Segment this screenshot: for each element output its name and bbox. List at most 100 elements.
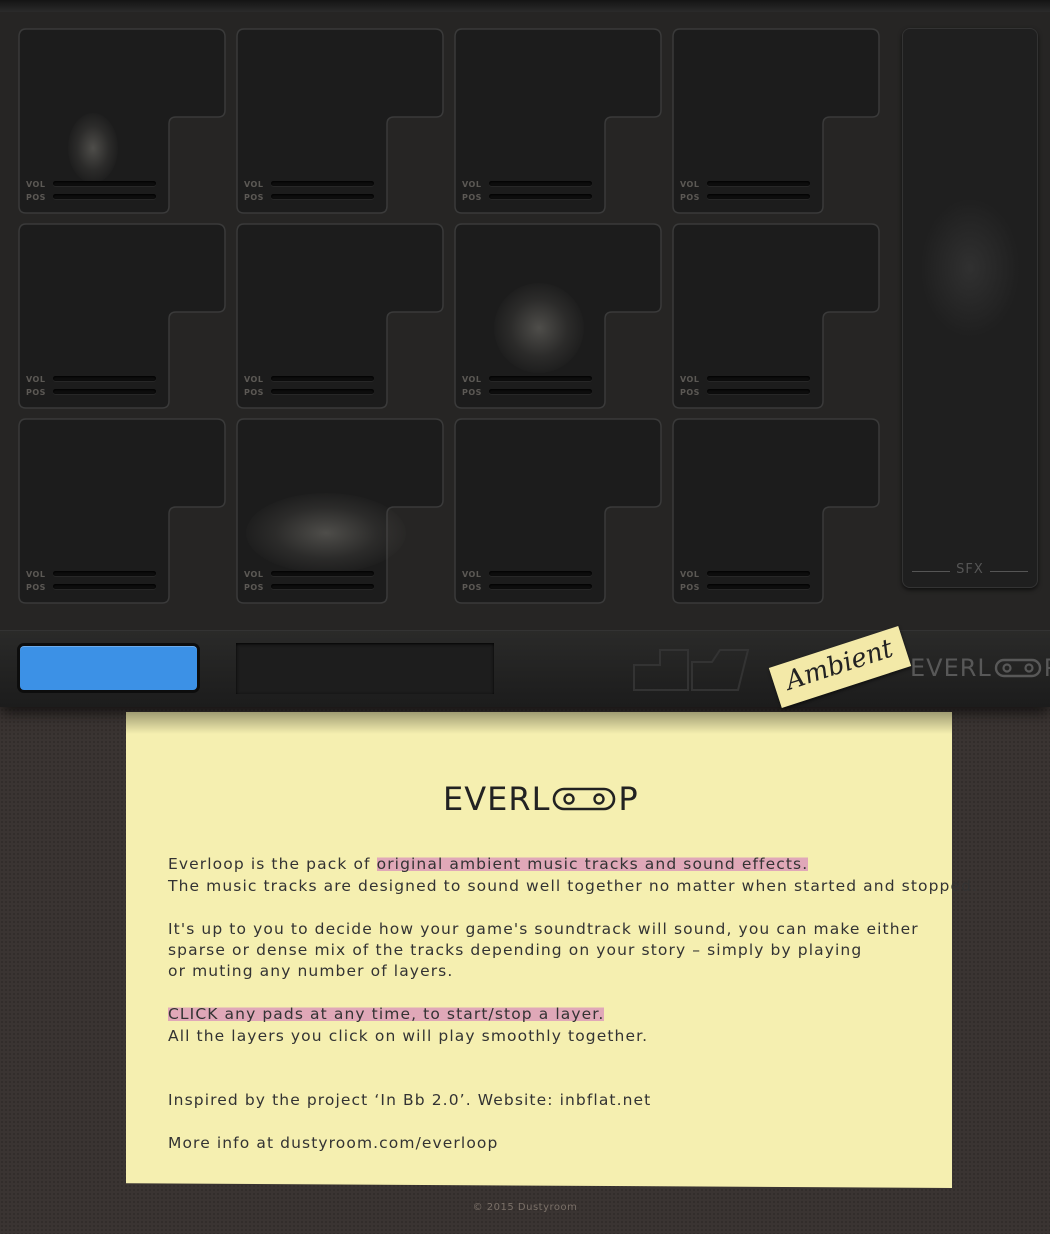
pad-shape bbox=[672, 418, 880, 604]
pad-active-glow bbox=[494, 283, 584, 373]
loop-pad[interactable]: VOL POS bbox=[672, 418, 882, 605]
mix-line-2: sparse or dense mix of the tracks depend… bbox=[168, 941, 863, 959]
pos-label: POS bbox=[26, 193, 46, 202]
position-bar bbox=[707, 389, 810, 394]
device-logo-suffix: P bbox=[1044, 654, 1050, 682]
pad-shape bbox=[454, 418, 662, 604]
position-bar bbox=[53, 584, 156, 589]
pos-label: POS bbox=[244, 193, 264, 202]
pos-label: POS bbox=[26, 583, 46, 592]
vol-label: VOL bbox=[462, 375, 482, 384]
pad-shape bbox=[18, 223, 226, 409]
volume-bar[interactable] bbox=[271, 376, 374, 381]
intro-highlight: original ambient music tracks and sound … bbox=[376, 855, 809, 873]
vol-label: VOL bbox=[244, 570, 264, 579]
vol-label: VOL bbox=[26, 180, 46, 189]
vol-label: VOL bbox=[680, 180, 700, 189]
loop-pad[interactable]: VOL POS bbox=[18, 418, 228, 605]
pos-label: POS bbox=[462, 583, 482, 592]
sfx-label: SFX bbox=[956, 562, 984, 577]
loop-icon bbox=[994, 658, 1041, 678]
pad-shape bbox=[18, 418, 226, 604]
pad-active-glow bbox=[68, 113, 118, 183]
volume-bar[interactable] bbox=[271, 181, 374, 186]
intro-line-1: Everloop is the pack of original ambient… bbox=[168, 854, 809, 875]
loop-icon bbox=[553, 787, 616, 811]
position-bar bbox=[271, 194, 374, 199]
vol-label: VOL bbox=[244, 375, 264, 384]
volume-bar[interactable] bbox=[53, 571, 156, 576]
note-shadow bbox=[126, 712, 952, 734]
position-bar bbox=[489, 584, 592, 589]
pos-label: POS bbox=[462, 388, 482, 397]
pos-label: POS bbox=[26, 388, 46, 397]
click-highlight: CLICK any pads at any time, to start/sto… bbox=[168, 1005, 605, 1023]
pos-label: POS bbox=[680, 193, 700, 202]
faint-pad-icons bbox=[633, 649, 750, 691]
vol-label: VOL bbox=[462, 570, 482, 579]
volume-bar[interactable] bbox=[53, 376, 156, 381]
pad-shape bbox=[236, 28, 444, 214]
position-bar bbox=[271, 584, 374, 589]
pos-label: POS bbox=[244, 388, 264, 397]
loop-pad[interactable]: VOL POS bbox=[18, 223, 228, 410]
volume-bar[interactable] bbox=[489, 376, 592, 381]
position-bar bbox=[489, 194, 592, 199]
sfx-line-right bbox=[990, 571, 1028, 572]
volume-bar[interactable] bbox=[489, 181, 592, 186]
position-bar bbox=[707, 584, 810, 589]
pad-shape bbox=[672, 223, 880, 409]
click-instruction: CLICK any pads at any time, to start/sto… bbox=[168, 1004, 605, 1025]
intro-text: Everloop is the pack of bbox=[168, 855, 377, 873]
vol-label: VOL bbox=[26, 570, 46, 579]
intro-line-2: The music tracks are designed to sound w… bbox=[168, 877, 979, 895]
loop-pad[interactable]: VOL POS bbox=[236, 418, 446, 605]
note-logo-suffix: P bbox=[618, 780, 639, 818]
loop-pad[interactable]: VOL POS bbox=[18, 28, 228, 215]
pad-shape bbox=[18, 28, 226, 214]
loop-pad[interactable]: VOL POS bbox=[454, 223, 664, 410]
volume-bar[interactable] bbox=[489, 571, 592, 576]
vol-label: VOL bbox=[244, 180, 264, 189]
position-bar bbox=[707, 194, 810, 199]
pad-shape bbox=[236, 223, 444, 409]
note-logo: EVERL P bbox=[443, 780, 639, 818]
loop-pad[interactable]: VOL POS bbox=[672, 223, 882, 410]
pos-label: POS bbox=[462, 193, 482, 202]
pos-label: POS bbox=[680, 388, 700, 397]
pos-label: POS bbox=[244, 583, 264, 592]
smooth-line: All the layers you click on will play sm… bbox=[168, 1027, 649, 1045]
mix-line-3: or muting any number of layers. bbox=[168, 962, 454, 980]
loop-pad[interactable]: VOL POS bbox=[236, 28, 446, 215]
more-info-line: More info at dustyroom.com/everloop bbox=[168, 1134, 499, 1152]
vol-label: VOL bbox=[680, 570, 700, 579]
inspired-line: Inspired by the project ‘In Bb 2.0’. Web… bbox=[168, 1091, 652, 1109]
vol-label: VOL bbox=[680, 375, 700, 384]
pos-label: POS bbox=[680, 583, 700, 592]
loop-pad[interactable]: VOL POS bbox=[236, 223, 446, 410]
volume-bar[interactable] bbox=[53, 181, 156, 186]
volume-bar[interactable] bbox=[707, 181, 810, 186]
device-logo: EVERL P bbox=[910, 654, 1050, 682]
volume-bar[interactable] bbox=[707, 571, 810, 576]
play-button[interactable] bbox=[20, 646, 197, 690]
note-logo-prefix: EVERL bbox=[443, 780, 551, 818]
loop-pad[interactable]: VOL POS bbox=[672, 28, 882, 215]
device-logo-prefix: EVERL bbox=[910, 654, 992, 682]
vol-label: VOL bbox=[462, 180, 482, 189]
loop-pad[interactable]: VOL POS bbox=[454, 28, 664, 215]
sfx-glow bbox=[920, 198, 1020, 338]
copyright: © 2015 Dustyroom bbox=[472, 1202, 578, 1213]
pad-shape bbox=[454, 28, 662, 214]
track-display bbox=[236, 643, 494, 694]
position-bar bbox=[53, 194, 156, 199]
sfx-pad[interactable]: SFX bbox=[902, 28, 1038, 588]
position-bar bbox=[271, 389, 374, 394]
position-bar bbox=[489, 389, 592, 394]
volume-bar[interactable] bbox=[707, 376, 810, 381]
pad-active-glow bbox=[246, 493, 406, 573]
loop-pad[interactable]: VOL POS bbox=[454, 418, 664, 605]
volume-bar[interactable] bbox=[271, 571, 374, 576]
position-bar bbox=[53, 389, 156, 394]
vol-label: VOL bbox=[26, 375, 46, 384]
